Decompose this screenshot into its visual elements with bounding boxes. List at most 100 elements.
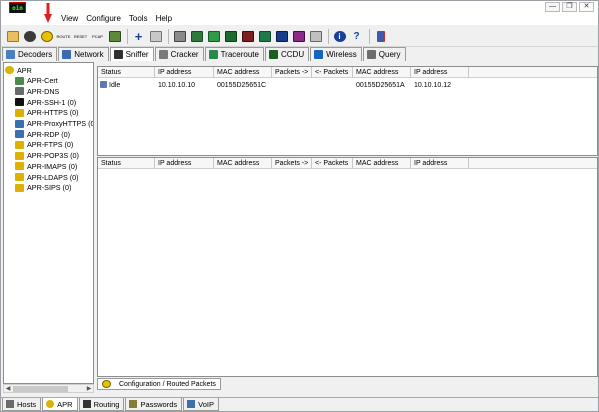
column-header[interactable]: MAC address <box>353 67 411 78</box>
bottom-tab-apr[interactable]: APR <box>42 398 78 411</box>
voip-icon[interactable] <box>274 29 289 44</box>
tab-sniffer[interactable]: Sniffer <box>109 47 154 61</box>
maximize-button[interactable]: ❐ <box>562 2 577 12</box>
info-icon[interactable]: i <box>332 29 347 44</box>
pcap-icon[interactable]: PCAP <box>90 29 105 44</box>
bottom-tab-routing[interactable]: Routing <box>78 398 125 411</box>
apr-icon[interactable] <box>39 29 54 44</box>
tree-item[interactable]: APR-HTTPS (0) <box>15 108 79 118</box>
bottom-tab-label: Routing <box>93 399 120 409</box>
table-row[interactable]: Idle 10.10.10.10 00155D25651C 00155D25651A 1… <box>98 80 597 91</box>
column-header[interactable]: MAC address <box>214 67 272 78</box>
reset-icon[interactable]: RESET <box>73 29 88 44</box>
tree-item[interactable]: APR-SSH-1 (0) <box>15 97 76 107</box>
column-header[interactable]: Packets -> <box>272 158 312 169</box>
menu-configure[interactable]: Configure <box>82 13 125 25</box>
table-cell <box>312 80 353 91</box>
column-header[interactable]: Status <box>98 67 155 78</box>
scrollbar-thumb[interactable] <box>13 386 68 392</box>
tree-item-label: APR-POP3S (0) <box>27 151 79 161</box>
column-header[interactable]: IP address <box>411 158 469 169</box>
tab-wireless[interactable]: Wireless <box>310 47 362 61</box>
filter-icon[interactable] <box>172 29 187 44</box>
bottom-tab-passwords[interactable]: Passwords <box>125 398 183 411</box>
tab-label: CCDU <box>280 50 305 59</box>
network-icon <box>62 50 72 59</box>
tab-decoders[interactable]: Decoders <box>2 47 58 61</box>
tree-horizontal-scrollbar[interactable]: ◀ ▶ <box>3 384 94 393</box>
tab-traceroute[interactable]: Traceroute <box>204 47 264 61</box>
open-icon[interactable] <box>5 29 20 44</box>
column-header[interactable]: IP address <box>155 158 214 169</box>
tree-item[interactable]: APR-DNS <box>15 86 59 96</box>
table-cell: Idle <box>98 80 155 91</box>
dns-icon <box>15 87 24 96</box>
red-arrow-icon <box>44 3 52 23</box>
tree-item[interactable]: APR-FTPS (0) <box>15 140 73 150</box>
minimize-button[interactable]: — <box>545 2 560 12</box>
tab-network[interactable]: Network <box>58 47 109 61</box>
sniffer-icon[interactable] <box>22 29 37 44</box>
tree-item[interactable]: APR-POP3S (0) <box>15 151 79 161</box>
lock-icon <box>15 183 24 192</box>
remove-icon[interactable] <box>148 29 163 44</box>
tab-label: Sniffer <box>125 50 149 59</box>
bottom-tab-hosts[interactable]: Hosts <box>2 398 42 411</box>
tree-item-label: APR-SIPS (0) <box>27 183 72 193</box>
menu-tools[interactable]: Tools <box>125 13 152 25</box>
lock-icon <box>15 108 24 117</box>
close-button[interactable]: ✕ <box>579 2 594 12</box>
tree-item-label: APR-SSH-1 (0) <box>27 97 77 107</box>
tab-cracker[interactable]: Cracker <box>154 47 204 61</box>
lsa-icon[interactable] <box>223 29 238 44</box>
tab-query[interactable]: Query <box>362 47 406 61</box>
menu-bar: View Configure Tools Help <box>1 13 598 25</box>
menu-help[interactable]: Help <box>152 13 176 25</box>
lock-icon <box>15 151 24 160</box>
column-header[interactable]: Packets -> <box>272 67 312 78</box>
add-icon[interactable]: + <box>131 29 146 44</box>
apr-tree: APR APR-Cert APR-DNS APR-SSH-1 (0) APR-HTTPS… <box>3 62 94 384</box>
tree-item[interactable]: APR-ProxyHTTPS (0) <box>15 119 93 129</box>
column-header[interactable]: MAC address <box>214 158 272 169</box>
column-header[interactable]: <- Packets <box>312 67 353 78</box>
tab-ccdu[interactable]: CCDU <box>264 47 310 61</box>
table-cell: 10.10.10.12 <box>414 82 451 89</box>
bottom-tabs: Hosts APR Routing Passwords VoIP <box>1 397 598 411</box>
ports-icon[interactable] <box>189 29 204 44</box>
tab-label: Decoders <box>18 50 53 59</box>
lock-icon <box>15 162 24 171</box>
apr-cert-icon[interactable] <box>308 29 323 44</box>
column-header[interactable]: IP address <box>155 67 214 78</box>
table-header: Status IP address MAC address Packets -> <- … <box>98 67 597 78</box>
column-header[interactable]: MAC address <box>353 158 411 169</box>
tree-item[interactable]: APR-RDP (0) <box>15 129 70 139</box>
scroll-right-icon[interactable]: ▶ <box>85 385 93 393</box>
wireless-icon[interactable] <box>257 29 272 44</box>
tree-item-label: APR-LDAPS (0) <box>27 172 79 182</box>
column-header[interactable]: <- Packets <box>312 158 353 169</box>
cached-icon[interactable] <box>240 29 255 44</box>
apr-icon <box>46 400 55 408</box>
bottom-tab-label: VoIP <box>198 399 214 409</box>
scroll-left-icon[interactable]: ◀ <box>4 385 12 393</box>
tree-item[interactable]: APR-Cert <box>15 76 58 86</box>
column-header[interactable]: Status <box>98 158 155 169</box>
route-icon[interactable]: ROUTE <box>56 29 71 44</box>
bottom-tab-voip[interactable]: VoIP <box>183 398 219 411</box>
tree-item[interactable]: APR-SIPS (0) <box>15 183 71 193</box>
cert-icon[interactable] <box>291 29 306 44</box>
tree-item[interactable]: APR-LDAPS (0) <box>15 172 79 182</box>
hash-icon[interactable] <box>206 29 221 44</box>
tree-item[interactable]: APR <box>5 65 32 75</box>
configuration-routed-packets-tab[interactable]: Configuration / Routed Packets <box>97 378 221 390</box>
tree-item[interactable]: APR-IMAPS (0) <box>15 161 77 171</box>
exit-icon[interactable] <box>373 29 388 44</box>
menu-view[interactable]: View <box>57 13 82 25</box>
monitor-icon[interactable] <box>107 29 122 44</box>
tree-item-label: APR-IMAPS (0) <box>27 161 78 171</box>
query-icon <box>366 50 376 59</box>
apr-icon <box>5 66 14 74</box>
help-icon[interactable]: ? <box>349 29 364 44</box>
column-header[interactable]: IP address <box>411 67 469 78</box>
